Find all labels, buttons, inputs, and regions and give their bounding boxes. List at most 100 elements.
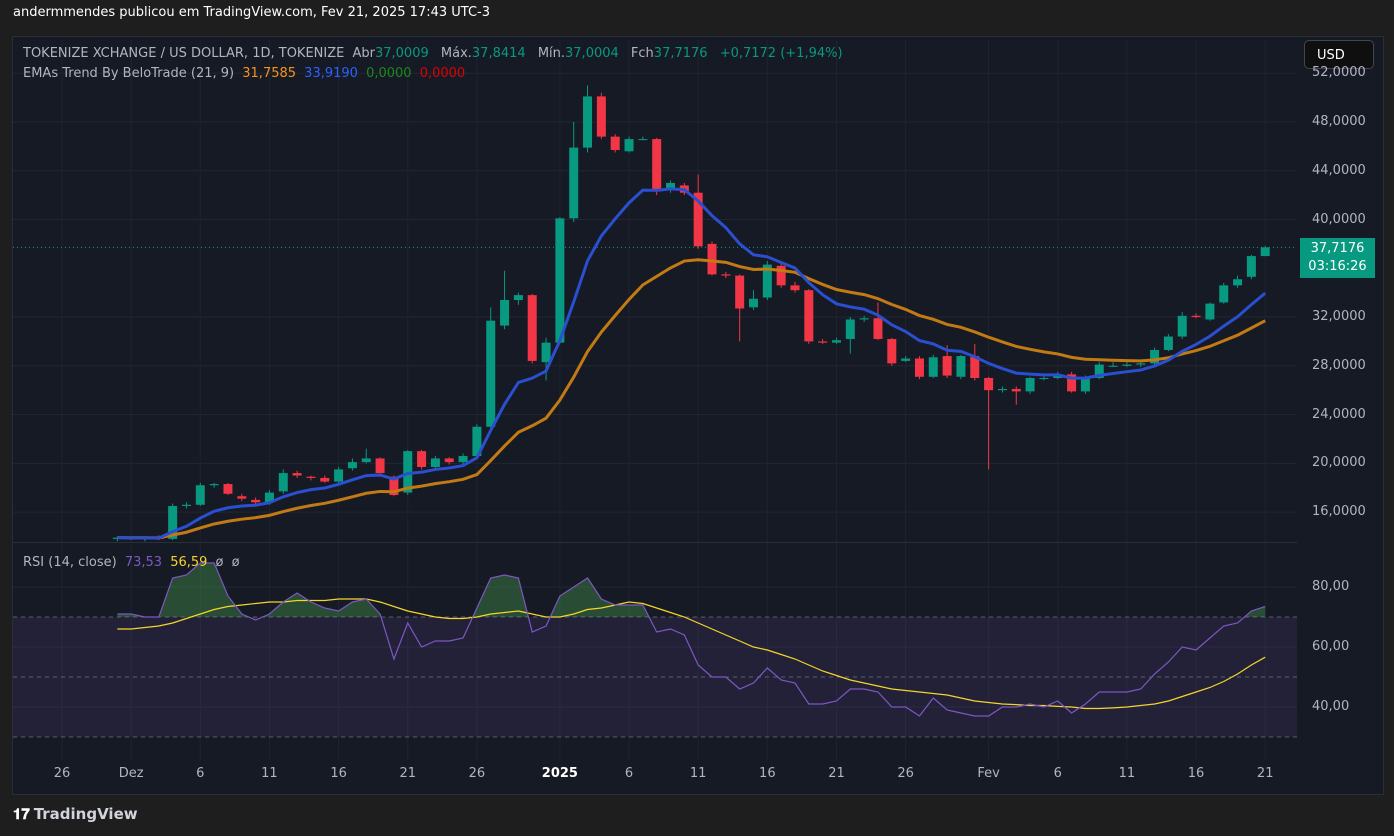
candle <box>347 458 357 471</box>
rsi-value: 73,53 <box>124 555 163 570</box>
candle <box>237 493 247 502</box>
candle-body <box>375 458 385 474</box>
rsi-indicator-name: RSI (14, close) <box>23 555 117 570</box>
date-tick-label: 11 <box>1118 766 1136 781</box>
candle-body <box>334 469 344 482</box>
candle-body <box>569 147 579 219</box>
candle-body <box>1136 363 1146 365</box>
ema-lines <box>117 187 1267 540</box>
rsi-tick-label: 40,00 <box>1312 699 1350 714</box>
candle <box>430 456 440 470</box>
candle-body <box>956 356 966 377</box>
candle-body <box>251 499 261 503</box>
rsi-tick-label: 80,00 <box>1312 579 1350 594</box>
last-price-badge: 37,7176 03:16:26 <box>1300 238 1375 278</box>
candle-body <box>500 299 510 326</box>
candle-body <box>1260 247 1270 257</box>
candle <box>984 376 994 470</box>
candle-body <box>555 218 565 343</box>
candle <box>1177 312 1187 339</box>
candle <box>334 466 344 485</box>
close-label: Fch <box>630 46 654 61</box>
candle <box>1025 376 1035 394</box>
candle <box>209 482 219 488</box>
candle-body <box>458 456 468 463</box>
candle <box>1246 254 1256 280</box>
candle <box>776 262 786 288</box>
candle-body <box>749 298 758 308</box>
price-tick-label: 24,0000 <box>1312 406 1366 422</box>
price-tick-label: 52,0000 <box>1312 65 1366 81</box>
candle <box>624 136 634 153</box>
candle <box>569 122 579 222</box>
open-value: 37,0009 <box>374 46 429 61</box>
candle-body <box>845 319 855 339</box>
candle-body <box>887 338 897 364</box>
price-tick-label: 20,0000 <box>1312 455 1366 471</box>
candle <box>500 270 510 330</box>
candle-body <box>818 341 828 343</box>
candle-body <box>1122 364 1132 366</box>
ema-value-4: 0,0000 <box>419 66 466 81</box>
candle-body <box>790 285 800 291</box>
price-tick-label: 44,0000 <box>1312 162 1366 178</box>
candle-body <box>735 275 745 309</box>
candle <box>292 470 302 478</box>
candle-body <box>320 477 330 482</box>
rsi-pane <box>13 562 1297 738</box>
candle <box>970 343 980 381</box>
candle-body <box>873 318 883 339</box>
candle <box>195 482 205 506</box>
date-tick-label: 6 <box>1053 766 1062 781</box>
ema-slow-value: 31,7585 <box>242 66 297 81</box>
candle <box>707 241 717 276</box>
candle <box>1163 334 1173 352</box>
candle-body <box>209 484 219 486</box>
candle <box>818 338 828 344</box>
bar-countdown: 03:16:26 <box>1308 259 1367 274</box>
candle-body <box>804 290 814 342</box>
close-value: 37,7176 <box>653 46 708 61</box>
candle-body <box>527 295 537 361</box>
candle-body <box>513 295 523 300</box>
candle <box>721 271 731 279</box>
candle-body <box>1080 377 1090 392</box>
candle <box>610 134 620 153</box>
symbol-legend: TOKENIZE XCHANGE / US DOLLAR, 1D, TOKENI… <box>23 46 847 61</box>
candle <box>513 292 523 305</box>
ema-legend[interactable]: EMAs Trend By BeloTrade (21, 9) 31,7585 … <box>23 66 469 81</box>
candle <box>887 337 897 366</box>
candle-body <box>1246 256 1256 277</box>
candle <box>596 92 606 140</box>
candle-body <box>1233 279 1243 286</box>
candle-body <box>624 139 634 152</box>
candle-body <box>1191 315 1201 318</box>
last-price-value: 37,7176 <box>1310 241 1365 256</box>
date-tick-label: 21 <box>399 766 417 781</box>
ema-fast-line <box>117 187 1267 540</box>
ema-value-3: 0,0000 <box>366 66 412 81</box>
candle <box>486 307 496 430</box>
candle-body <box>610 136 620 151</box>
date-tick-label: 6 <box>196 766 205 781</box>
rsi-extra-1: ø <box>215 555 224 570</box>
candle <box>583 85 593 153</box>
candle <box>306 475 316 481</box>
candle <box>873 302 883 341</box>
tradingview-brand[interactable]: 𝟏𝟕 TradingView <box>13 805 138 823</box>
candle-body <box>721 274 731 276</box>
high-label: Máx. <box>440 46 472 61</box>
chart-canvas[interactable] <box>0 0 1394 836</box>
candle-body <box>596 96 606 137</box>
candle <box>1011 386 1021 405</box>
date-tick-label: 26 <box>897 766 914 781</box>
rsi-legend[interactable]: RSI (14, close) 73,53 56,59 ø ø <box>23 555 244 570</box>
high-value: 37,8414 <box>471 46 526 61</box>
date-tick-label: 26 <box>468 766 486 781</box>
candles <box>112 85 1270 542</box>
candle-body <box>541 342 551 363</box>
candle <box>831 337 841 344</box>
candle <box>1108 362 1118 368</box>
candle <box>278 469 288 494</box>
candle <box>1219 282 1229 304</box>
